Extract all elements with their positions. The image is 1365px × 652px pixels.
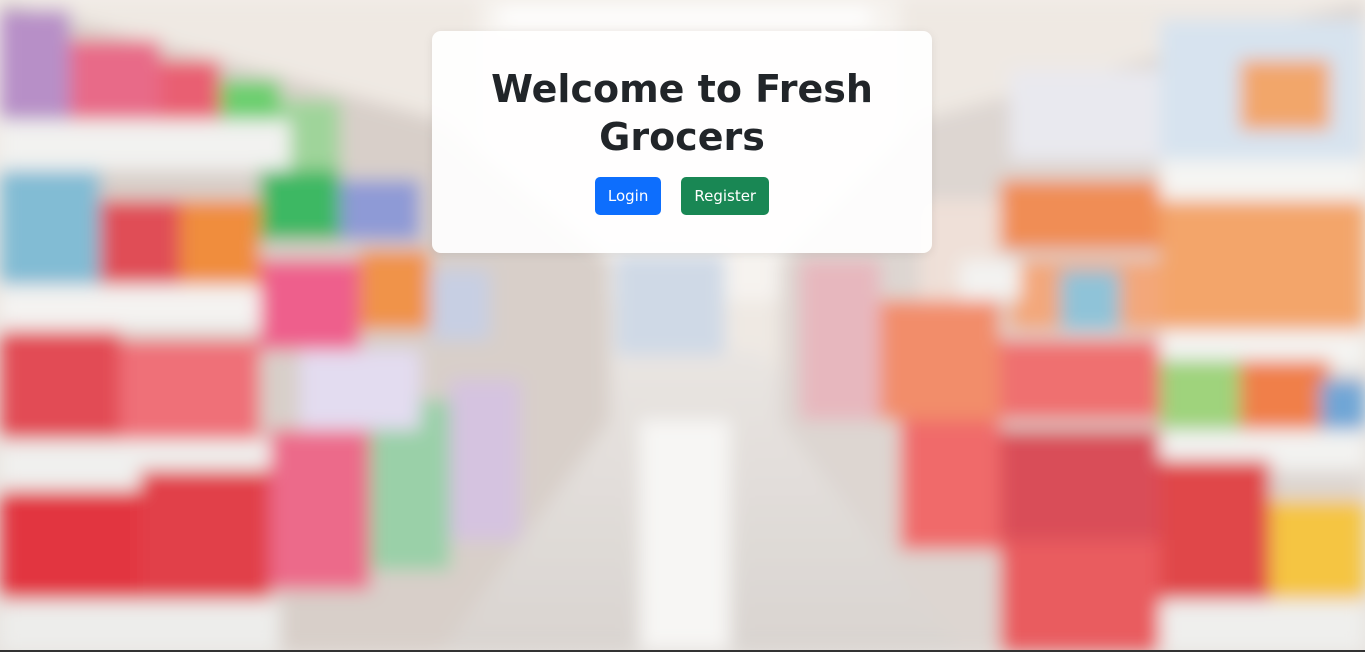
register-button[interactable]: Register xyxy=(681,177,770,215)
login-button[interactable]: Login xyxy=(594,177,662,215)
auth-actions: Login Register xyxy=(432,177,932,215)
page-title: Welcome to Fresh Grocers xyxy=(491,67,873,159)
welcome-card: Welcome to Fresh Grocers Login Register xyxy=(432,31,932,253)
